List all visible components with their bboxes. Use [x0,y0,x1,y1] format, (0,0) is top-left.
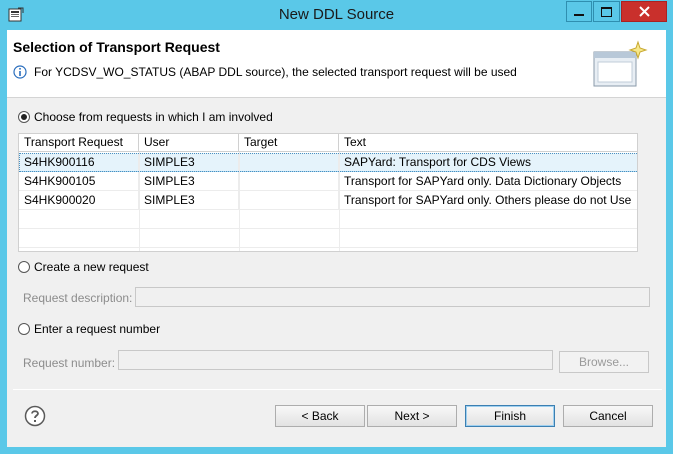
choose-requests-radio[interactable] [18,111,30,123]
cell-user: SIMPLE3 [139,172,239,191]
create-request-radio[interactable] [18,261,30,273]
back-button[interactable]: < Back [275,405,365,427]
table-header: Transport Request User Target Text [19,134,637,152]
cell-text: Transport for SAPYard only. Others pleas… [344,193,632,207]
create-request-option[interactable]: Create a new request [18,260,149,274]
wizard-banner-icon [593,40,648,87]
maximize-icon [601,6,612,17]
cell-target [239,172,339,191]
cell-transport-request: S4HK900116 [19,153,139,172]
cell-text: SAPYard: Transport for CDS Views [344,155,531,169]
maximize-button[interactable] [593,1,620,22]
dialog-body: Selection of Transport Request For YCDSV… [7,30,666,447]
dialog-window: New DDL Source Selection of Transport Re… [0,0,673,454]
table-row[interactable]: S4HK900020 SIMPLE3 Transport for SAPYard… [19,191,637,210]
request-description-input[interactable] [135,287,650,307]
footer-separator [13,389,662,390]
finish-button[interactable]: Finish [465,405,555,427]
request-number-label: Request number: [23,356,116,370]
choose-requests-label: Choose from requests in which I am invol… [34,110,273,124]
minimize-icon [574,13,584,16]
minimize-button[interactable] [566,1,592,22]
enter-request-label: Enter a request number [34,322,161,336]
close-button[interactable] [621,1,667,22]
empty-table-row [19,229,637,248]
request-description-label: Request description: [23,291,133,305]
request-number-input[interactable] [118,350,553,370]
cell-transport-request: S4HK900020 [19,191,139,210]
column-divider [339,152,340,251]
table-row[interactable]: S4HK900116 SIMPLE3 SAPYard: Transport fo… [19,153,637,172]
wizard-header: Selection of Transport Request For YCDSV… [7,30,666,98]
page-title: Selection of Transport Request [13,39,220,55]
help-icon[interactable] [24,405,46,427]
enter-request-radio[interactable] [18,323,30,335]
column-header-text[interactable]: Text [339,134,637,152]
enter-request-option[interactable]: Enter a request number [18,322,160,336]
column-header-user[interactable]: User [139,134,239,152]
cell-transport-request: S4HK900105 [19,172,139,191]
title-bar[interactable]: New DDL Source [0,0,673,30]
cell-user: SIMPLE3 [139,191,239,210]
column-header-target[interactable]: Target [239,134,339,152]
cell-user: SIMPLE3 [139,153,239,172]
info-icon [13,65,27,79]
empty-table-row [19,210,637,229]
cell-target [239,191,339,210]
cancel-button[interactable]: Cancel [563,405,653,427]
header-message: For YCDSV_WO_STATUS (ABAP DDL source), t… [34,65,517,79]
next-button[interactable]: Next > [367,405,457,427]
transport-request-table[interactable]: Transport Request User Target Text S4HK9… [18,133,638,252]
create-request-label: Create a new request [34,260,149,274]
browse-button[interactable]: Browse... [559,351,649,373]
close-icon [638,6,650,17]
column-header-transport-request[interactable]: Transport Request [19,134,139,152]
column-divider [139,152,140,251]
cell-target [239,153,339,172]
table-row[interactable]: S4HK900105 SIMPLE3 Transport for SAPYard… [19,172,637,191]
cell-text: Transport for SAPYard only. Data Diction… [344,174,622,188]
column-divider [239,152,240,251]
choose-requests-option[interactable]: Choose from requests in which I am invol… [18,110,273,124]
